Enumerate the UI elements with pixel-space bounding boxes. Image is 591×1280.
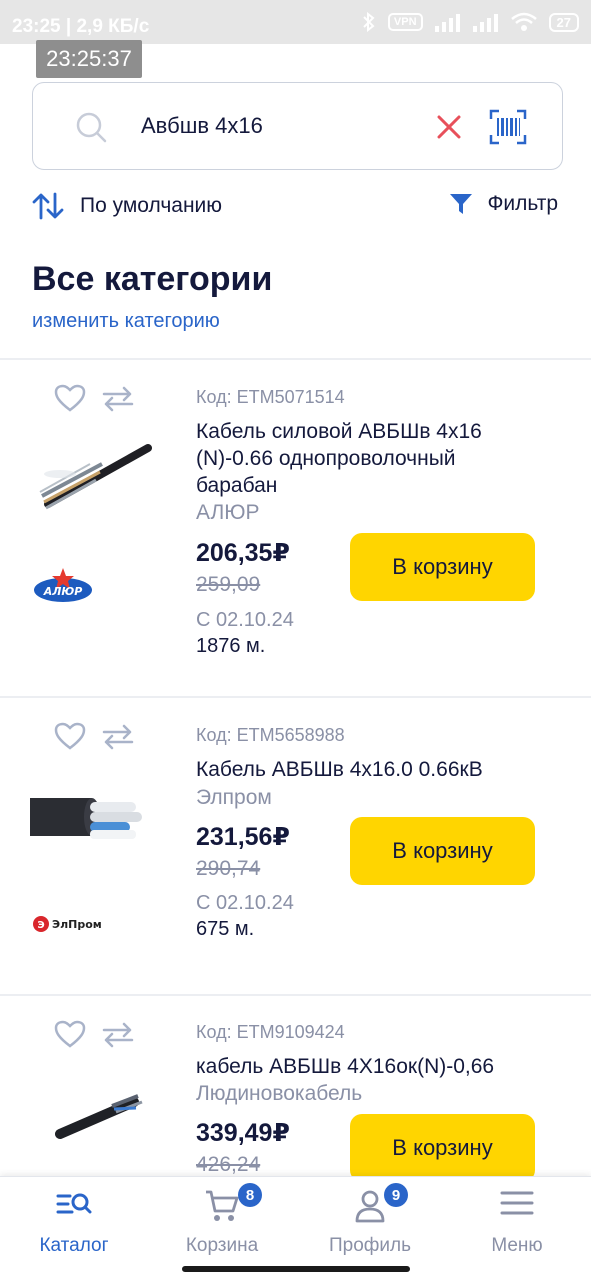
status-time-speed: 23:25 | 2,9 КБ/с [12,16,150,37]
vpn-icon: VPN [387,13,423,31]
nav-profile[interactable]: 9 Профиль [296,1177,444,1280]
product-old-price: 259,09 [196,573,261,596]
product-title[interactable]: кабель АВБШв 4Х16ок(N)-0,66 [196,1053,536,1080]
search-icon [76,112,107,143]
favorite-heart-icon[interactable] [54,384,86,412]
battery-icon: 27 [548,12,579,32]
nav-menu[interactable]: Меню [443,1177,591,1280]
nav-label: Корзина [185,1235,259,1256]
cart-count-badge: 8 [238,1183,262,1207]
product-stock: 1876 м. [196,635,266,657]
svg-text:АЛЮР: АЛЮР [43,585,83,598]
sort-label: По умолчанию [80,194,223,217]
favorite-heart-icon[interactable] [54,1020,86,1048]
product-image[interactable] [30,780,160,850]
sort-button[interactable]: По умолчанию [32,192,222,220]
catalog-search-icon [56,1193,92,1214]
compare-icon[interactable] [102,724,134,750]
nav-cart[interactable]: 8 Корзина [148,1177,296,1280]
barcode-scan-icon[interactable] [489,109,527,145]
product-old-price: 290,74 [196,857,261,880]
search-input[interactable] [141,113,411,139]
product-code: Код: ETM9109424 [196,1022,345,1042]
product-date: С 02.10.24 [196,892,294,914]
product-card[interactable]: Код: ETM9109424 кабель АВБШв 4Х16ок(N)-0… [0,996,591,1182]
product-code: Код: ETM5071514 [196,387,345,407]
page-title: Все категории [32,260,273,298]
nav-label: Профиль [328,1235,412,1256]
nav-label: Меню [491,1235,543,1256]
nav-catalog[interactable]: Каталог [0,1177,148,1280]
cart-icon [206,1190,239,1221]
product-date: С 02.10.24 [196,609,294,631]
change-category-link[interactable]: изменить категорию [32,310,220,333]
product-title[interactable]: Кабель силовой АВБШв 4х16 (N)-0.66 одноп… [196,418,536,499]
bluetooth-icon [363,12,375,32]
brand-logo: АЛЮР [32,566,94,611]
svg-text:Э: Э [37,920,44,931]
add-to-cart-button[interactable]: В корзину [350,817,535,885]
product-card[interactable]: Э ЭлПром Код: ETM5658988 Кабель АВБШв 4х… [0,698,591,994]
filter-label: Фильтр [487,192,558,215]
signal-2-icon [472,14,498,32]
product-code: Код: ETM5658988 [196,725,345,745]
clear-icon[interactable] [435,113,463,141]
product-price: 231,56₽ [196,823,290,851]
signal-icon [434,14,460,32]
favorite-heart-icon[interactable] [54,722,86,750]
product-manufacturer: АЛЮР [196,501,260,524]
nav-label: Каталог [39,1235,109,1256]
compare-icon[interactable] [102,386,134,412]
add-to-cart-button[interactable]: В корзину [350,1114,535,1182]
product-image[interactable] [30,1088,160,1148]
wifi-icon [510,12,537,31]
compare-icon[interactable] [102,1022,134,1048]
product-title[interactable]: Кабель АВБШв 4х16.0 0.66кВ [196,756,536,783]
profile-icon [355,1190,385,1223]
product-manufacturer: Элпром [196,786,272,809]
filter-button[interactable]: Фильтр [449,192,558,216]
brand-logo: Э ЭлПром [32,912,104,941]
product-old-price: 426,24 [196,1153,261,1176]
svg-text:ЭлПром: ЭлПром [52,918,102,931]
product-card[interactable]: АЛЮР Код: ETM5071514 Кабель силовой АВБШ… [0,360,591,696]
filter-icon [450,194,473,214]
add-to-cart-button[interactable]: В корзину [350,533,535,601]
sort-arrows-icon [32,192,64,220]
home-indicator[interactable] [182,1266,410,1272]
menu-icon [500,1191,534,1215]
clock-overlay: 23:25:37 [36,40,142,78]
product-manufacturer: Людиновокабель [196,1082,363,1105]
product-price: 206,35₽ [196,539,290,567]
product-image[interactable] [30,434,160,524]
product-price: 339,49₽ [196,1119,290,1147]
product-stock: 675 м. [196,918,255,940]
search-bar[interactable] [32,82,563,170]
bottom-navigation: Каталог 8 Корзина 9 Профиль Меню [0,1176,591,1280]
status-bar: 23:25 | 2,9 КБ/с VPN 27 [0,0,591,44]
profile-count-badge: 9 [384,1183,408,1207]
